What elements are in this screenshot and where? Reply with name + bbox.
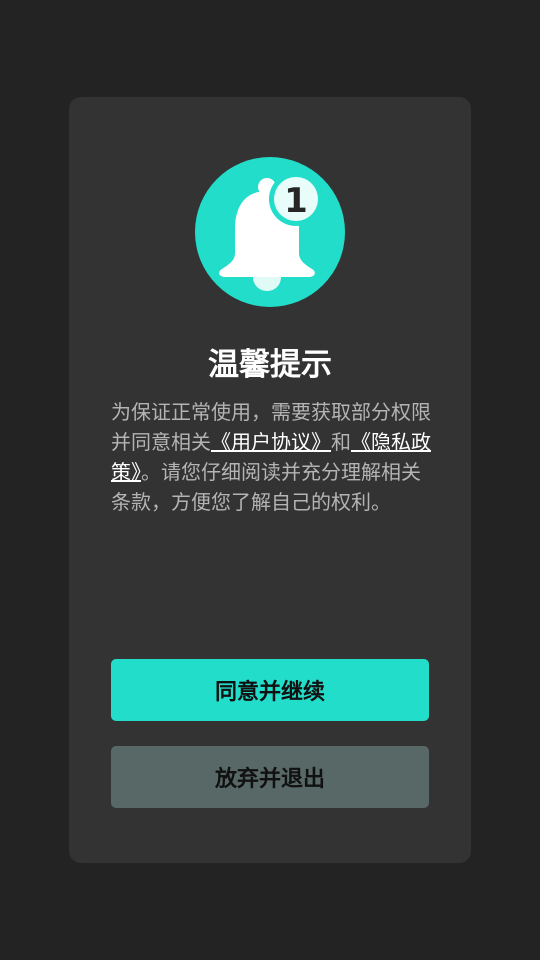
consent-dialog: 1 温馨提示 为保证正常使用，需要获取部分权限 并同意相关《用户协议》和《隐私政… bbox=[69, 97, 471, 863]
badge-count: 1 bbox=[284, 181, 308, 221]
message-text-and: 和 bbox=[331, 430, 351, 454]
message-text-outro: 。请您仔细阅读并充分理解相关条款，方便您了解自己的权利。 bbox=[111, 460, 421, 514]
agree-continue-button[interactable]: 同意并继续 bbox=[111, 659, 429, 721]
bell-notification-icon: 1 bbox=[195, 157, 345, 307]
consent-message: 为保证正常使用，需要获取部分权限 并同意相关《用户协议》和《隐私政策》。请您仔细… bbox=[111, 397, 431, 517]
user-agreement-link[interactable]: 《用户协议》 bbox=[211, 430, 331, 454]
quit-exit-button[interactable]: 放弃并退出 bbox=[111, 746, 429, 808]
dialog-title: 温馨提示 bbox=[208, 347, 332, 383]
bell-notification-graphic: 1 bbox=[195, 157, 345, 307]
